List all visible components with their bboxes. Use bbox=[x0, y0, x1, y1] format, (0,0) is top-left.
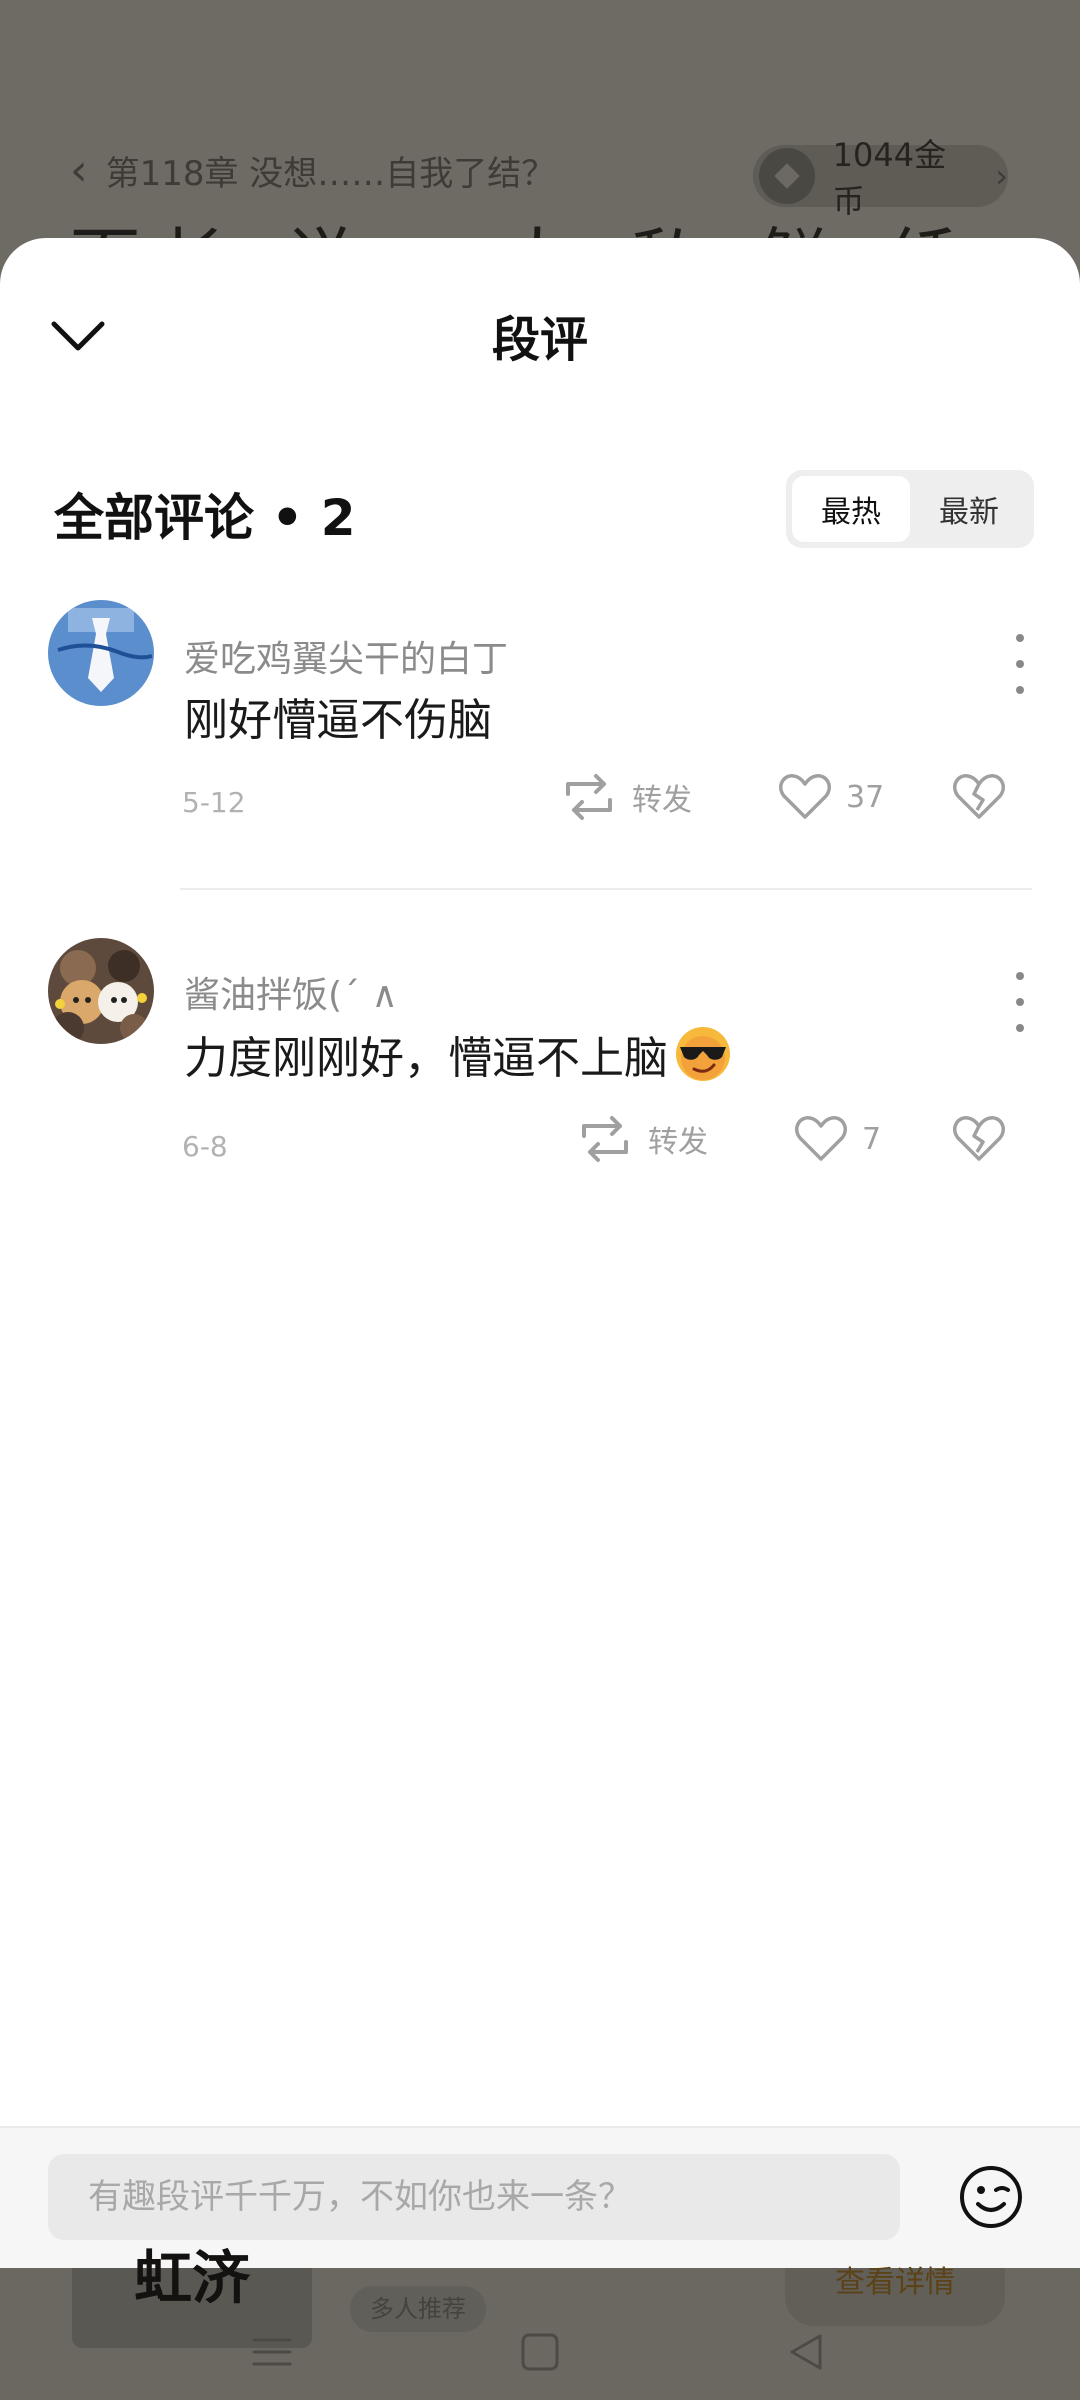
back-chevron-icon: ‹ bbox=[70, 145, 88, 196]
more-dot-icon bbox=[1016, 1024, 1024, 1032]
repost-icon bbox=[582, 1116, 628, 1162]
emoji-button[interactable] bbox=[958, 2164, 1024, 2230]
avatar[interactable] bbox=[48, 600, 154, 706]
comment-body: 刚好懵逼不伤脑 bbox=[184, 695, 492, 746]
comment-author[interactable]: 酱油拌饭(ˊ ∧ bbox=[184, 966, 398, 1018]
heart-icon bbox=[779, 774, 831, 819]
comment-author[interactable]: 爱吃鸡翼尖干的白丁 bbox=[184, 630, 508, 682]
chapter-bar: ‹ 第118章 没想……自我了结？ bbox=[70, 145, 555, 196]
comment-text[interactable]: 力度刚刚好，懵逼不上脑 bbox=[184, 1022, 732, 1086]
repost-icon bbox=[566, 774, 612, 820]
more-dot-icon bbox=[1016, 660, 1024, 668]
comments-header: 全部评论 • 2 最热 最新 bbox=[54, 470, 1034, 550]
heart-icon bbox=[795, 1116, 847, 1161]
more-options-button[interactable] bbox=[1008, 972, 1032, 1032]
back-triangle-icon bbox=[790, 2334, 822, 2370]
sort-toggle: 最热 最新 bbox=[786, 470, 1034, 548]
comment-divider bbox=[180, 888, 1032, 890]
comment-date: 5-12 bbox=[182, 786, 246, 819]
like-button[interactable]: 37 bbox=[778, 772, 884, 822]
more-dot-icon bbox=[1016, 634, 1024, 642]
comment-body: 力度刚刚好，懵逼不上脑 bbox=[184, 1033, 668, 1084]
comment-item: 爱吃鸡翼尖干的白丁 刚好懵逼不伤脑 5-12 转发 37 bbox=[0, 600, 1080, 820]
home-button[interactable] bbox=[518, 2330, 562, 2374]
repost-label: 转发 bbox=[632, 783, 692, 818]
dislike-button[interactable] bbox=[952, 772, 1006, 822]
comment-input[interactable] bbox=[48, 2154, 900, 2240]
system-nav-bar bbox=[0, 2300, 1080, 2400]
more-options-button[interactable] bbox=[1008, 634, 1032, 694]
repost-label: 转发 bbox=[648, 1125, 708, 1160]
menu-icon bbox=[252, 2338, 292, 2366]
sheet-title: 段评 bbox=[491, 312, 588, 368]
broken-heart-icon bbox=[953, 774, 1005, 819]
dislike-button[interactable] bbox=[952, 1114, 1006, 1164]
comment-date: 6-8 bbox=[182, 1130, 228, 1163]
repost-button[interactable]: 转发 bbox=[576, 1114, 708, 1164]
chevron-right-icon: › bbox=[995, 157, 1008, 195]
repost-button[interactable]: 转发 bbox=[560, 772, 692, 822]
like-count: 7 bbox=[862, 1121, 882, 1157]
like-count: 37 bbox=[846, 779, 885, 815]
comments-count-title: 全部评论 • 2 bbox=[54, 489, 356, 547]
cool-smirk-emoji-icon bbox=[674, 1025, 732, 1083]
more-dot-icon bbox=[1016, 972, 1024, 980]
home-square-icon bbox=[521, 2333, 559, 2371]
coin-balance: 1044金币 › bbox=[753, 136, 1008, 220]
more-dot-icon bbox=[1016, 998, 1024, 1006]
sheet-header: 段评 bbox=[0, 238, 1080, 418]
back-button[interactable] bbox=[784, 2330, 828, 2374]
like-button[interactable]: 7 bbox=[794, 1114, 881, 1164]
wink-emoji-icon bbox=[960, 2166, 1022, 2228]
more-dot-icon bbox=[1016, 686, 1024, 694]
comment-text[interactable]: 刚好懵逼不伤脑 bbox=[184, 684, 492, 748]
menu-button[interactable] bbox=[250, 2330, 294, 2374]
avatar[interactable] bbox=[48, 938, 154, 1044]
coin-icon bbox=[759, 148, 815, 204]
chapter-title: 第118章 没想……自我了结？ bbox=[105, 154, 556, 194]
sort-hot-tab[interactable]: 最热 bbox=[792, 476, 910, 542]
broken-heart-icon bbox=[953, 1116, 1005, 1161]
comment-item: 酱油拌饭(ˊ ∧ 力度刚刚好，懵逼不上脑 6-8 转发 7 bbox=[0, 938, 1080, 1163]
sort-new-tab[interactable]: 最新 bbox=[910, 476, 1028, 542]
comment-sheet: 段评 全部评论 • 2 最热 最新 爱吃鸡翼尖干的白丁 刚好懵逼不伤脑 5-12 bbox=[0, 238, 1080, 2268]
